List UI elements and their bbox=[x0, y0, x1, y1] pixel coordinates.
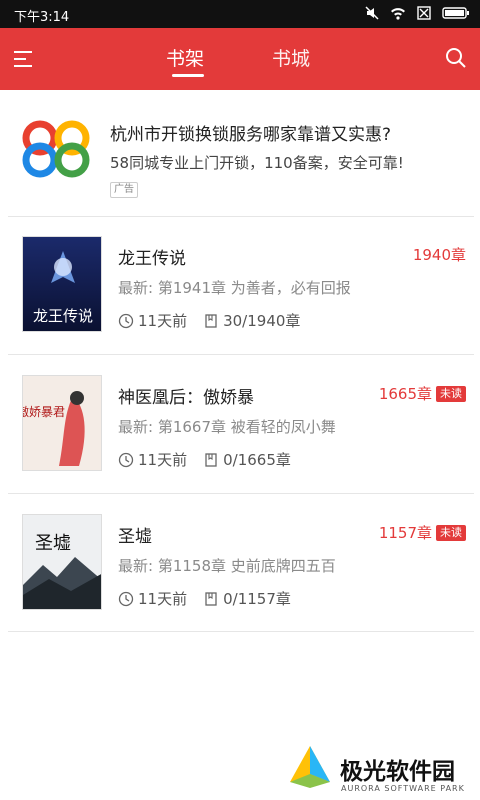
wifi-icon bbox=[391, 8, 405, 20]
book-meta: 11天前 30/1940章 bbox=[118, 310, 300, 331]
chapter-count: 1940章 bbox=[413, 244, 466, 265]
ad-logo-58 bbox=[22, 120, 90, 178]
unread-badge: 未读 bbox=[436, 385, 466, 402]
bookmark-icon bbox=[205, 452, 217, 467]
chapter-count-label: 1157章 bbox=[378, 524, 432, 542]
aurora-logo-icon bbox=[290, 746, 330, 788]
ad-badge: 广告 bbox=[110, 182, 138, 198]
active-tab-indicator bbox=[172, 74, 204, 77]
status-bar: 下午3:14 bbox=[0, 0, 480, 28]
clock-icon bbox=[118, 452, 134, 467]
ad-banner[interactable]: 杭州市开锁换锁服务哪家靠谱又实惠? 58同城专业上门开锁，110备案，安全可靠!… bbox=[0, 90, 480, 216]
reading-progress: 30/1940章 bbox=[223, 312, 301, 330]
updated-time: 11天前 bbox=[138, 312, 188, 330]
mute-icon bbox=[365, 6, 379, 20]
book-cover: 龙王传说 bbox=[22, 236, 102, 332]
ad-title: 杭州市开锁换锁服务哪家靠谱又实惠? bbox=[110, 125, 392, 145]
book-meta: 11天前 0/1665章 bbox=[118, 449, 291, 470]
clock-icon bbox=[118, 313, 134, 328]
book-item[interactable]: 傲娇暴君 神医凰后：傲娇暴 1665章 未读 最新: 第1667章 被看轻的凤小… bbox=[0, 355, 480, 493]
cover-title: 龙王传说 bbox=[33, 307, 93, 325]
unread-badge: 未读 bbox=[436, 524, 466, 541]
updated-time: 11天前 bbox=[138, 451, 188, 469]
bookmark-icon bbox=[205, 313, 217, 328]
book-cover: 圣墟 bbox=[22, 514, 102, 610]
divider bbox=[8, 631, 474, 632]
watermark-name: 极光软件园 bbox=[340, 759, 455, 785]
chapter-count-label: 1940章 bbox=[412, 246, 466, 264]
latest-chapter: 最新: 第1667章 被看轻的凤小舞 bbox=[118, 418, 336, 436]
tab-bookshelf[interactable]: 书架 bbox=[166, 44, 204, 71]
updated-time: 11天前 bbox=[138, 590, 188, 608]
latest-chapter: 最新: 第1158章 史前底牌四五百 bbox=[118, 557, 336, 575]
status-time: 下午3:14 bbox=[14, 10, 70, 25]
book-title: 圣墟 bbox=[118, 527, 152, 547]
book-item[interactable]: 圣墟 圣墟 1157章 未读 最新: 第1158章 史前底牌四五百 11天前 0… bbox=[0, 494, 480, 632]
latest-chapter: 最新: 第1941章 为善者，必有回报 bbox=[118, 279, 351, 297]
watermark-subtitle: AURORA SOFTWARE PARK bbox=[341, 784, 465, 793]
cover-title: 傲娇暴君 bbox=[23, 404, 65, 419]
chapter-count: 1665章 未读 bbox=[379, 383, 466, 404]
menu-icon[interactable] bbox=[12, 48, 34, 70]
ad-description: 58同城专业上门开锁，110备案，安全可靠! bbox=[110, 154, 404, 172]
no-sim-icon bbox=[417, 6, 431, 20]
tab-bookstore[interactable]: 书城 bbox=[272, 44, 310, 71]
bookmark-icon bbox=[205, 591, 217, 606]
cover-title: 圣墟 bbox=[35, 533, 71, 554]
status-icons bbox=[364, 5, 470, 21]
book-title: 龙王传说 bbox=[118, 249, 186, 269]
battery-icon bbox=[442, 7, 469, 19]
app-header: 书架 书城 bbox=[0, 28, 480, 90]
chapter-count-label: 1665章 bbox=[378, 385, 432, 403]
chapter-count: 1157章 未读 bbox=[379, 522, 466, 543]
reading-progress: 0/1157章 bbox=[223, 590, 291, 608]
clock-icon bbox=[118, 591, 134, 606]
book-cover: 傲娇暴君 bbox=[22, 375, 102, 471]
book-title: 神医凰后：傲娇暴 bbox=[118, 388, 254, 408]
search-icon[interactable] bbox=[444, 46, 468, 70]
book-meta: 11天前 0/1157章 bbox=[118, 588, 291, 609]
reading-progress: 0/1665章 bbox=[223, 451, 291, 469]
book-item[interactable]: 龙王传说 龙王传说 1940章 最新: 第1941章 为善者，必有回报 11天前… bbox=[0, 216, 480, 354]
